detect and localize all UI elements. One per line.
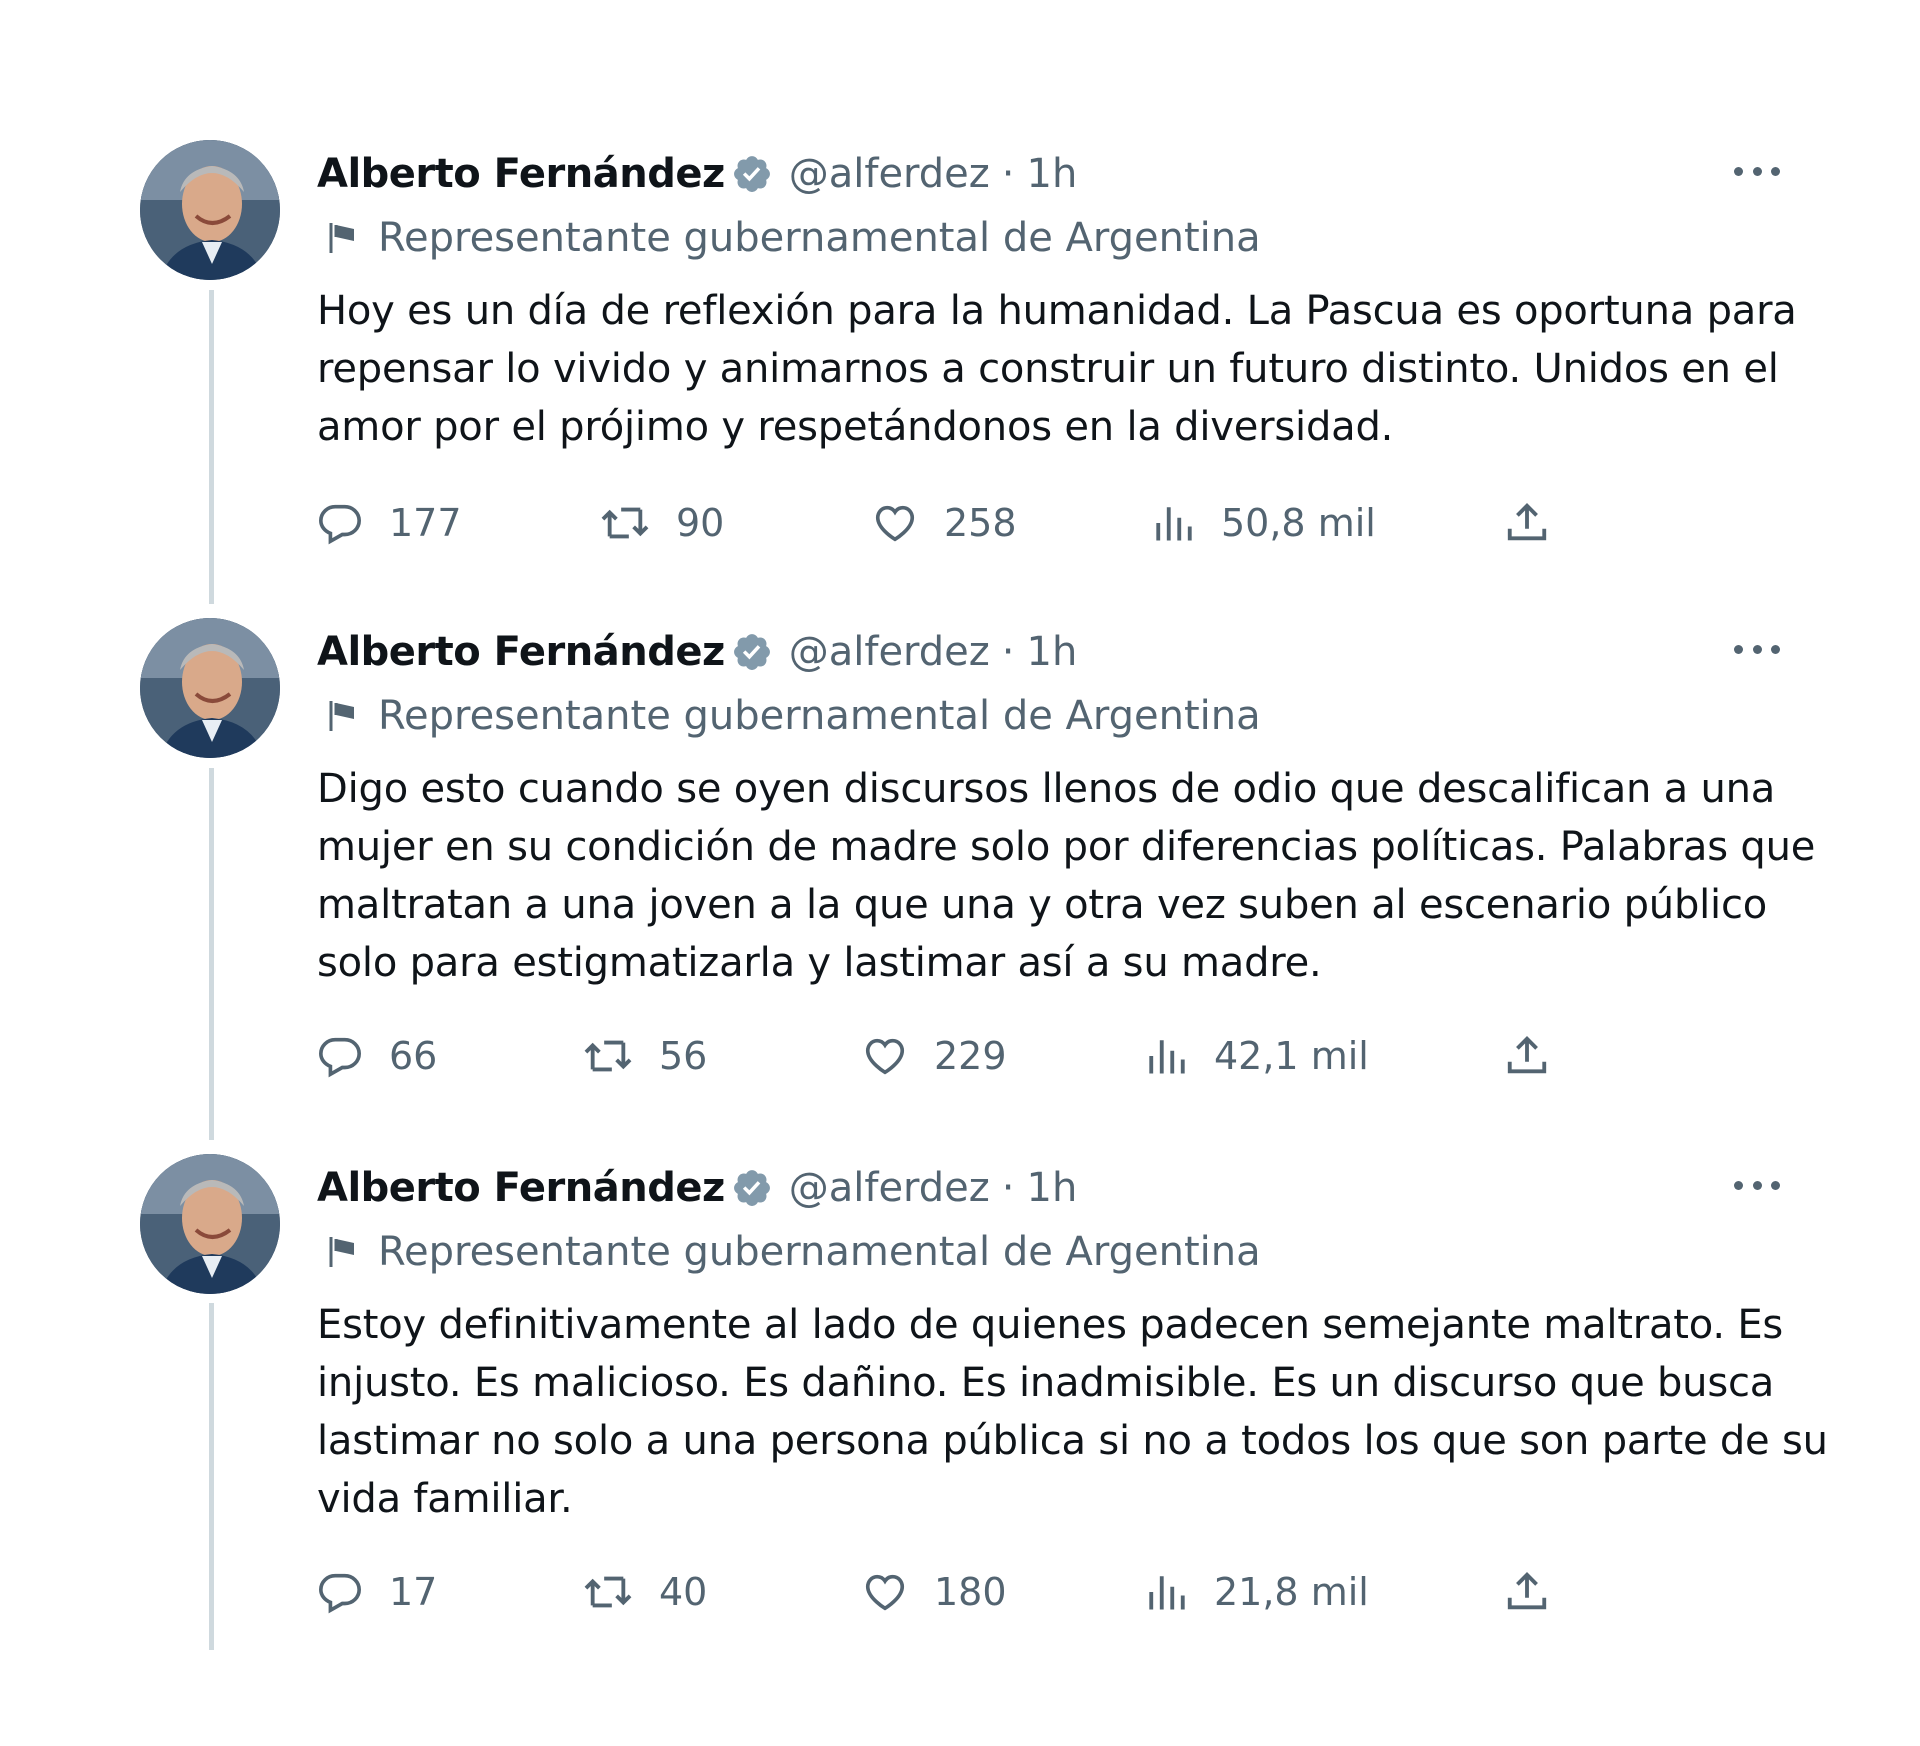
tweet-text-line: vida familiar. — [317, 1476, 573, 1522]
avatar[interactable] — [140, 1154, 280, 1294]
author-handle[interactable]: @alferdez — [789, 1165, 990, 1211]
reply-count: 66 — [389, 1034, 438, 1078]
government-label: Representante gubernamental de Argentina — [328, 1224, 1261, 1280]
tweet-text-line: Hoy es un día de reflexión para la human… — [317, 288, 1797, 334]
flag-icon — [328, 1235, 356, 1269]
tweet-text-line: repensar lo vivido y animarnos a constru… — [317, 346, 1779, 392]
heart-icon — [862, 1033, 908, 1079]
share-button[interactable] — [1504, 1026, 1550, 1086]
tweet-thread: Alberto Fernández @alferdez · 1h Represe… — [0, 0, 1920, 1746]
tweet-actions: 17 40 180 21,8 mil — [317, 1562, 1617, 1622]
thread-connector-line — [209, 1303, 214, 1650]
verified-badge-icon — [731, 631, 773, 673]
reply-icon — [317, 1569, 363, 1615]
like-button[interactable]: 229 — [862, 1026, 1007, 1086]
heart-icon — [862, 1569, 908, 1615]
tweet-text-line: solo para estigmatizarla y lastimar así … — [317, 940, 1322, 986]
avatar-image — [140, 618, 280, 758]
retweet-count: 90 — [676, 501, 725, 545]
author-name[interactable]: Alberto Fernández — [317, 151, 725, 197]
reply-button[interactable]: 177 — [317, 493, 462, 553]
tweet-text-line: maltratan a una joven a la que una y otr… — [317, 882, 1768, 928]
author-handle[interactable]: @alferdez — [789, 151, 990, 197]
retweet-button[interactable]: 90 — [600, 493, 724, 553]
tweet-time[interactable]: 1h — [1027, 629, 1078, 675]
views-icon — [1146, 1571, 1188, 1613]
thread-connector-line — [209, 290, 214, 604]
avatar[interactable] — [140, 140, 280, 280]
tweet-actions: 66 56 229 42,1 mil — [317, 1026, 1617, 1086]
author-name[interactable]: Alberto Fernández — [317, 1165, 725, 1211]
government-label: Representante gubernamental de Argentina — [328, 688, 1261, 744]
government-label: Representante gubernamental de Argentina — [328, 210, 1261, 266]
tweet-text-line: lastimar no solo a una persona pública s… — [317, 1418, 1828, 1464]
tweet-text-line: amor por el prójimo y respetándonos en l… — [317, 404, 1394, 450]
avatar-image — [140, 1154, 280, 1294]
retweet-icon — [583, 1033, 633, 1079]
separator-dot: · — [1001, 629, 1015, 675]
tweet-text-line: injusto. Es malicioso. Es dañino. Es ina… — [317, 1360, 1775, 1406]
flag-icon — [328, 221, 356, 255]
thread-connector-line — [209, 768, 214, 1140]
tweet-actions: 177 90 258 50,8 mil — [317, 493, 1617, 553]
like-count: 229 — [934, 1034, 1007, 1078]
share-icon — [1504, 1569, 1550, 1615]
heart-icon — [872, 500, 918, 546]
verified-badge-icon — [731, 1167, 773, 1209]
share-icon — [1504, 500, 1550, 546]
retweet-count: 56 — [659, 1034, 708, 1078]
tweet-text: Estoy definitivamente al lado de quienes… — [317, 1296, 1828, 1528]
label-text[interactable]: Representante gubernamental de Argentina — [378, 693, 1261, 739]
tweet-header: Alberto Fernández @alferdez · 1h — [317, 622, 1077, 682]
views-count: 21,8 mil — [1214, 1570, 1369, 1614]
retweet-icon — [600, 500, 650, 546]
views-count: 42,1 mil — [1214, 1034, 1369, 1078]
share-button[interactable] — [1504, 493, 1550, 553]
views-icon — [1146, 1035, 1188, 1077]
tweet-header: Alberto Fernández @alferdez · 1h — [317, 144, 1077, 204]
views-icon — [1153, 502, 1195, 544]
separator-dot: · — [1001, 151, 1015, 197]
reply-button[interactable]: 66 — [317, 1026, 437, 1086]
more-options-icon[interactable] — [1734, 1170, 1780, 1200]
tweet-text-line: mujer en su condición de madre solo por … — [317, 824, 1816, 870]
share-button[interactable] — [1504, 1562, 1550, 1622]
tweet-text: Digo esto cuando se oyen discursos lleno… — [317, 760, 1816, 992]
reply-count: 17 — [389, 1570, 438, 1614]
like-count: 258 — [944, 501, 1017, 545]
tweet-header: Alberto Fernández @alferdez · 1h — [317, 1158, 1077, 1218]
reply-count: 177 — [389, 501, 462, 545]
reply-icon — [317, 500, 363, 546]
reply-icon — [317, 1033, 363, 1079]
retweet-button[interactable]: 56 — [583, 1026, 707, 1086]
like-button[interactable]: 258 — [872, 493, 1017, 553]
views-button[interactable]: 42,1 mil — [1146, 1026, 1369, 1086]
verified-badge-icon — [731, 153, 773, 195]
author-handle[interactable]: @alferdez — [789, 629, 990, 675]
retweet-count: 40 — [659, 1570, 708, 1614]
tweet-time[interactable]: 1h — [1027, 151, 1078, 197]
avatar-image — [140, 140, 280, 280]
separator-dot: · — [1001, 1165, 1015, 1211]
more-options-icon[interactable] — [1734, 634, 1780, 664]
label-text[interactable]: Representante gubernamental de Argentina — [378, 1229, 1261, 1275]
reply-button[interactable]: 17 — [317, 1562, 437, 1622]
tweet-text-line: Digo esto cuando se oyen discursos lleno… — [317, 766, 1776, 812]
retweet-button[interactable]: 40 — [583, 1562, 707, 1622]
like-button[interactable]: 180 — [862, 1562, 1007, 1622]
tweet-text: Hoy es un día de reflexión para la human… — [317, 282, 1797, 456]
avatar[interactable] — [140, 618, 280, 758]
share-icon — [1504, 1033, 1550, 1079]
label-text[interactable]: Representante gubernamental de Argentina — [378, 215, 1261, 261]
tweet-time[interactable]: 1h — [1027, 1165, 1078, 1211]
tweet-text-line: Estoy definitivamente al lado de quienes… — [317, 1302, 1784, 1348]
flag-icon — [328, 699, 356, 733]
views-count: 50,8 mil — [1221, 501, 1376, 545]
more-options-icon[interactable] — [1734, 156, 1780, 186]
author-name[interactable]: Alberto Fernández — [317, 629, 725, 675]
views-button[interactable]: 21,8 mil — [1146, 1562, 1369, 1622]
retweet-icon — [583, 1569, 633, 1615]
like-count: 180 — [934, 1570, 1007, 1614]
views-button[interactable]: 50,8 mil — [1153, 493, 1376, 553]
